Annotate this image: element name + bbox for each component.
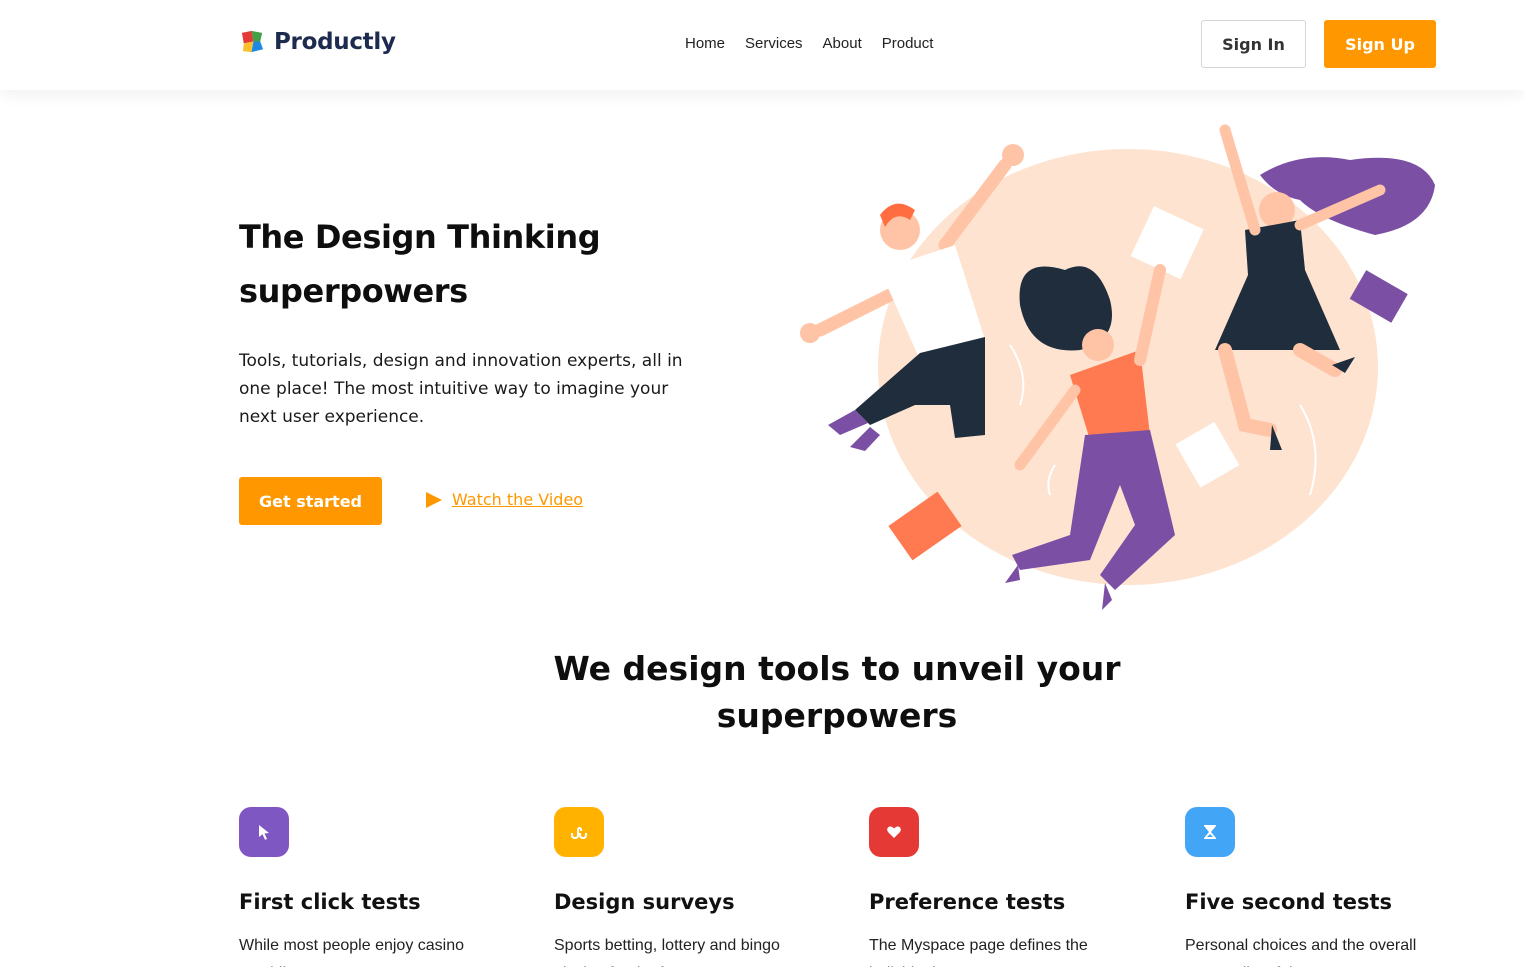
feature-card: Design surveys Sports betting, lottery a…: [554, 807, 814, 967]
heart-icon: [887, 826, 901, 838]
get-started-button[interactable]: Get started: [239, 477, 382, 525]
logo-text: Productly: [274, 28, 396, 55]
feature-description: While most people enjoy casino gambling,: [239, 937, 465, 967]
feature-icon-badge: [869, 807, 919, 857]
logo[interactable]: Productly: [239, 28, 396, 55]
feature-title: First click tests: [239, 890, 421, 914]
sign-up-button[interactable]: Sign Up: [1324, 20, 1436, 68]
feature-description: Sports betting, lottery and bingo playin…: [554, 937, 780, 967]
site-header: Productly Home Services About Product Si…: [0, 0, 1524, 90]
nav-about[interactable]: About: [823, 35, 862, 52]
hero-illustration: [800, 124, 1435, 610]
feature-title: Design surveys: [554, 890, 735, 914]
hero-title: The Design Thinking superpowers: [239, 218, 601, 310]
feature-title: Five second tests: [1185, 890, 1393, 914]
section-title: We design tools to unveil your superpowe…: [553, 649, 1121, 735]
main-nav: Home Services About Product: [685, 35, 933, 52]
sign-in-button[interactable]: Sign In: [1201, 20, 1306, 68]
logo-icon: [241, 30, 264, 53]
feature-card: Five second tests Personal choices and t…: [1185, 807, 1445, 967]
watch-video-label: Watch the Video: [452, 490, 584, 509]
feature-icon-badge: [554, 807, 604, 857]
hero-description: Tools, tutorials, design and innovation …: [239, 351, 683, 427]
feature-description: The Myspace page defines the individual.: [869, 937, 1088, 967]
cursor-icon: [259, 825, 269, 840]
watch-video-link[interactable]: Watch the Video: [425, 490, 583, 509]
feature-icon-badge: [1185, 807, 1235, 857]
nav-home[interactable]: Home: [685, 35, 725, 52]
feature-card: First click tests While most people enjo…: [239, 807, 499, 967]
feature-title: Preference tests: [869, 890, 1066, 914]
hourglass-icon: [1204, 825, 1216, 839]
nav-product[interactable]: Product: [882, 35, 934, 52]
feature-icon-badge: [239, 807, 289, 857]
stumble-icon: [571, 826, 587, 839]
feature-description: Personal choices and the overall persona…: [1185, 937, 1417, 967]
feature-card: Preference tests The Myspace page define…: [869, 807, 1129, 967]
play-icon: [426, 491, 442, 508]
nav-services[interactable]: Services: [745, 35, 803, 52]
